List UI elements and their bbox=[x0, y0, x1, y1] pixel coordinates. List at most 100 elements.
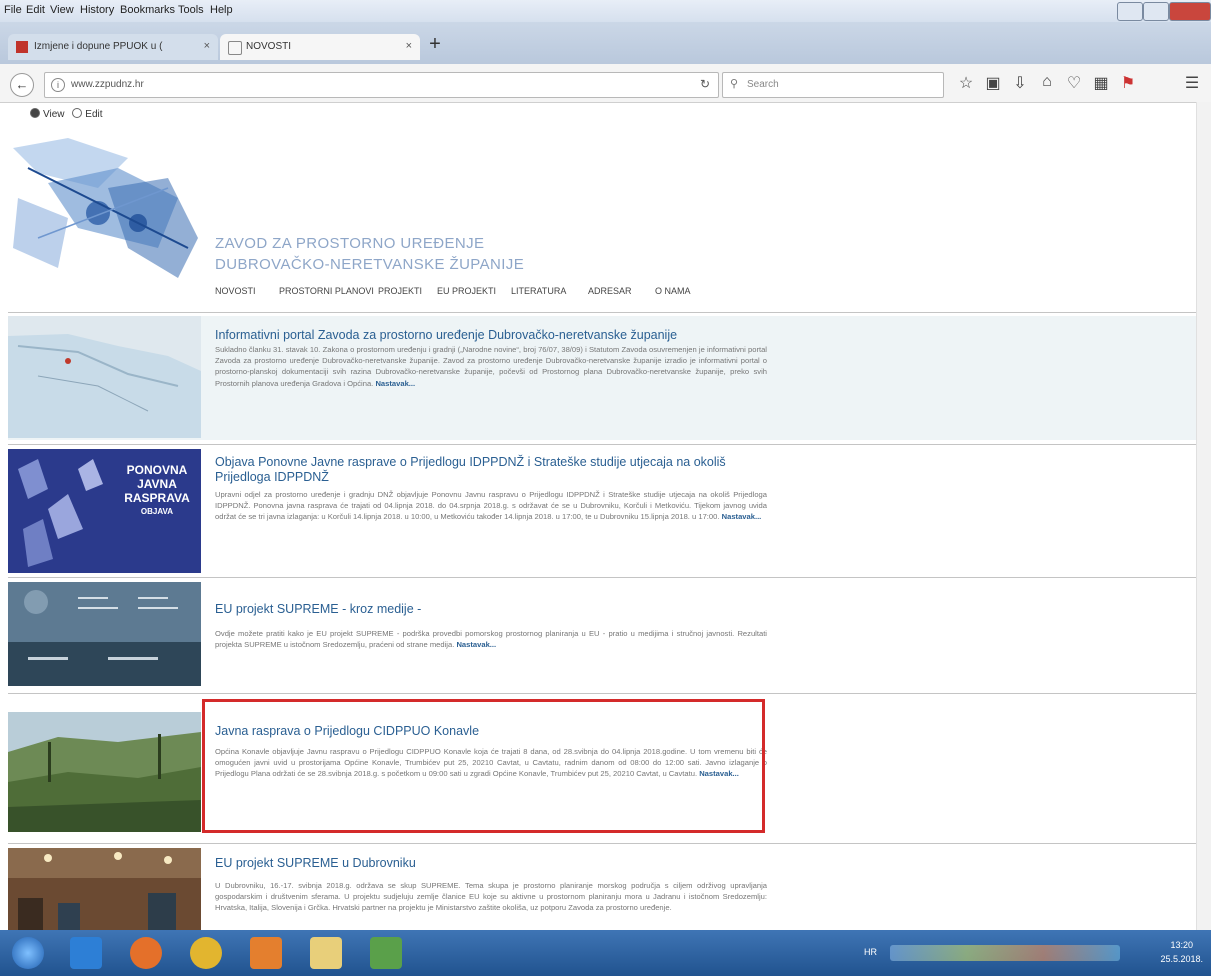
divider bbox=[8, 693, 1196, 694]
news-body-text: U Dubrovniku, 16.-17. svibnja 2018.g. od… bbox=[215, 881, 767, 913]
clock-time: 13:20 bbox=[1170, 940, 1193, 950]
view-radio[interactable] bbox=[30, 108, 40, 118]
clock[interactable]: 13:20 25.5.2018. bbox=[1160, 938, 1203, 966]
banner-line: RASPRAVA bbox=[124, 491, 190, 505]
site-title-line1: ZAVOD ZA PROSTORNO UREĐENJE bbox=[215, 235, 485, 252]
news-title[interactable]: EU projekt SUPREME - kroz medije - bbox=[215, 602, 775, 617]
back-button[interactable]: ← bbox=[10, 73, 34, 97]
news-thumbnail-landscape[interactable] bbox=[8, 712, 201, 832]
tab-novosti[interactable]: NOVOSTI × bbox=[220, 34, 420, 60]
news-title[interactable]: EU projekt SUPREME u Dubrovniku bbox=[215, 856, 775, 871]
nav-prostorni-planovi[interactable]: PROSTORNI PLANOVI bbox=[279, 286, 374, 296]
banner-line: PONOVNA bbox=[126, 463, 188, 477]
windows-taskbar: HR 13:20 25.5.2018. bbox=[0, 930, 1211, 976]
banner-line: OBJAVA bbox=[140, 507, 174, 516]
news-body: Sukladno članku 31. stavak 10. Zakona o … bbox=[215, 344, 767, 389]
news-thumbnail-map[interactable] bbox=[8, 316, 201, 438]
url-bar[interactable]: i www.zzpudnz.hr ↻ bbox=[44, 72, 719, 98]
menu-bar: File Edit View History Bookmarks Tools H… bbox=[0, 0, 1211, 22]
news-item: EU projekt SUPREME - kroz medije - Ovdje… bbox=[8, 582, 1196, 690]
extension-icon[interactable]: ⚑ bbox=[1118, 73, 1138, 93]
search-placeholder: Search bbox=[747, 79, 779, 90]
reload-icon[interactable]: ↻ bbox=[700, 77, 710, 91]
file-explorer-icon[interactable] bbox=[310, 937, 342, 969]
menu-file[interactable]: File bbox=[4, 4, 22, 16]
language-indicator[interactable]: HR bbox=[864, 947, 877, 957]
search-icon: ⚲ bbox=[730, 78, 739, 90]
new-tab-button[interactable]: + bbox=[424, 34, 446, 56]
minimize-button[interactable] bbox=[1117, 2, 1143, 21]
menu-view[interactable]: View bbox=[50, 4, 74, 16]
news-item: PONOVNA JAVNA RASPRAVA OBJAVA Objava Pon… bbox=[8, 449, 1196, 573]
tab-izmjene[interactable]: Izmjene i dopune PPUOK u ( × bbox=[8, 34, 218, 60]
news-body: U Dubrovniku, 16.-17. svibnja 2018.g. od… bbox=[215, 880, 767, 914]
news-body-text: Upravni odjel za prostorno uređenje i gr… bbox=[215, 490, 767, 522]
excel-icon[interactable] bbox=[370, 937, 402, 969]
tab-bar: Izmjene i dopune PPUOK u ( × NOVOSTI × bbox=[0, 22, 1211, 64]
news-body-text: Sukladno članku 31. stavak 10. Zakona o … bbox=[215, 345, 767, 388]
system-tray-icons[interactable] bbox=[890, 945, 1120, 961]
view-label: View bbox=[43, 109, 65, 120]
menu-bookmarks[interactable]: Bookmarks bbox=[120, 4, 175, 16]
outlook-icon[interactable] bbox=[250, 937, 282, 969]
bookmarks-list-icon[interactable]: ▣ bbox=[983, 73, 1003, 93]
site-title: ZAVOD ZA PROSTORNO UREĐENJE DUBROVAČKO-N… bbox=[215, 233, 524, 275]
divider bbox=[8, 843, 1196, 844]
pdf-icon bbox=[16, 41, 28, 53]
read-more-link[interactable]: Nastavak... bbox=[722, 512, 762, 521]
banner-line: JAVNA bbox=[137, 477, 177, 491]
downloads-icon[interactable]: ⇩ bbox=[1010, 73, 1030, 93]
clock-date: 25.5.2018. bbox=[1160, 954, 1203, 964]
start-button-icon[interactable] bbox=[12, 937, 44, 969]
screenshot-icon[interactable]: ▦ bbox=[1091, 73, 1111, 93]
chrome-icon[interactable] bbox=[190, 937, 222, 969]
news-title[interactable]: Objava Ponovne Javne rasprave o Prijedlo… bbox=[215, 455, 775, 485]
nav-adresar[interactable]: ADRESAR bbox=[588, 286, 632, 296]
divider bbox=[8, 444, 1196, 445]
news-thumbnail-conference[interactable] bbox=[8, 848, 201, 930]
news-item: Informativni portal Zavoda za prostorno … bbox=[8, 316, 1196, 440]
read-more-link[interactable]: Nastavak... bbox=[456, 640, 496, 649]
firefox-icon[interactable] bbox=[130, 937, 162, 969]
menu-help[interactable]: Help bbox=[210, 4, 233, 16]
tab-label: Izmjene i dopune PPUOK u ( bbox=[34, 41, 163, 52]
banner-text: PONOVNA JAVNA RASPRAVA OBJAVA bbox=[116, 463, 198, 519]
news-body: Ovdje možete pratiti kako je EU projekt … bbox=[215, 628, 767, 650]
internet-explorer-icon[interactable] bbox=[70, 937, 102, 969]
search-input[interactable]: ⚲ Search bbox=[722, 72, 944, 98]
site-logo bbox=[8, 128, 203, 284]
news-title[interactable]: Informativni portal Zavoda za prostorno … bbox=[215, 328, 775, 343]
vertical-scrollbar[interactable] bbox=[1196, 102, 1211, 930]
bookmark-star-icon[interactable]: ☆ bbox=[956, 73, 976, 93]
menu-tools[interactable]: Tools bbox=[178, 4, 204, 16]
pocket-icon[interactable]: ♡ bbox=[1064, 73, 1084, 93]
close-tab-icon[interactable]: × bbox=[406, 40, 412, 52]
home-icon[interactable]: ⌂ bbox=[1037, 73, 1057, 91]
nav-o-nama[interactable]: O NAMA bbox=[655, 286, 691, 296]
menu-edit[interactable]: Edit bbox=[26, 4, 45, 16]
menu-hamburger-icon[interactable]: ☰ bbox=[1182, 73, 1202, 93]
nav-literatura[interactable]: LITERATURA bbox=[511, 286, 566, 296]
window-controls bbox=[1115, 0, 1211, 22]
highlight-box bbox=[202, 699, 765, 833]
divider bbox=[8, 577, 1196, 578]
maximize-button[interactable] bbox=[1143, 2, 1169, 21]
nav-eu-projekti[interactable]: EU PROJEKTI bbox=[437, 286, 496, 296]
news-item: EU projekt SUPREME u Dubrovniku U Dubrov… bbox=[8, 848, 1196, 930]
info-icon[interactable]: i bbox=[51, 78, 65, 92]
read-more-link[interactable]: Nastavak... bbox=[375, 379, 415, 388]
edit-label: Edit bbox=[85, 109, 103, 120]
nav-novosti[interactable]: NOVOSTI bbox=[215, 286, 256, 296]
news-thumbnail-presentation[interactable] bbox=[8, 582, 201, 686]
site-title-line2: DUBROVAČKO-NERETVANSKE ŽUPANIJE bbox=[215, 256, 525, 273]
tab-label: NOVOSTI bbox=[246, 41, 292, 52]
close-window-button[interactable] bbox=[1169, 2, 1211, 21]
view-edit-toggle: View Edit bbox=[30, 108, 103, 120]
edit-radio[interactable] bbox=[72, 108, 83, 118]
close-tab-icon[interactable]: × bbox=[204, 40, 210, 52]
divider bbox=[8, 312, 1196, 313]
news-body: Upravni odjel za prostorno uređenje i gr… bbox=[215, 489, 767, 523]
menu-history[interactable]: History bbox=[80, 4, 114, 16]
nav-projekti[interactable]: PROJEKTI bbox=[378, 286, 422, 296]
url-text: www.zzpudnz.hr bbox=[71, 79, 144, 90]
